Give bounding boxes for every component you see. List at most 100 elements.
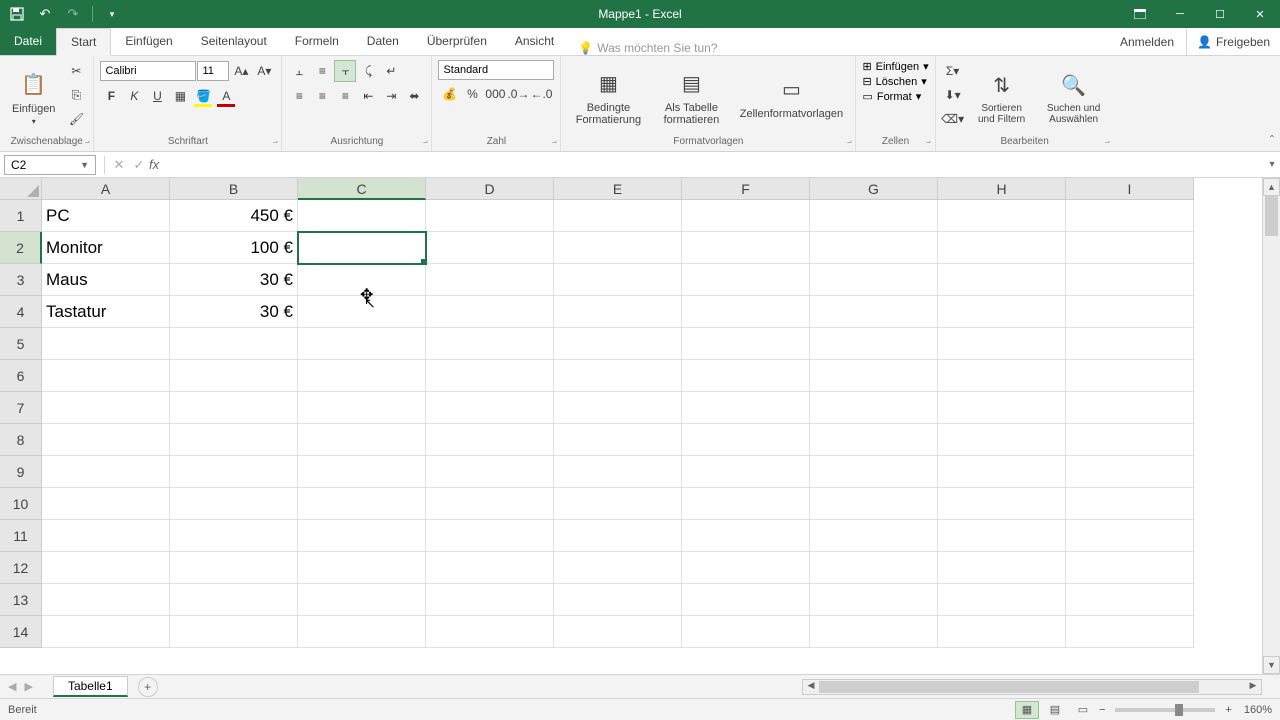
zoom-out-button[interactable]: − <box>1099 704 1105 716</box>
cell[interactable] <box>298 424 426 456</box>
cell[interactable] <box>810 392 938 424</box>
row-header[interactable]: 3 <box>0 264 42 296</box>
cell[interactable] <box>426 584 554 616</box>
ribbon-display-icon[interactable] <box>1120 0 1160 28</box>
cell[interactable] <box>1066 200 1194 232</box>
cell[interactable] <box>554 584 682 616</box>
cell[interactable] <box>170 552 298 584</box>
cell-styles-button[interactable]: ▭ Zellenformatvorlagen <box>733 60 849 134</box>
clear-icon[interactable]: ⌫▾ <box>942 108 964 130</box>
cell[interactable] <box>938 360 1066 392</box>
cell[interactable] <box>810 328 938 360</box>
page-layout-view-icon[interactable]: ▤ <box>1043 701 1067 719</box>
cell[interactable] <box>298 232 426 264</box>
cell[interactable] <box>1066 232 1194 264</box>
merge-icon[interactable]: ⬌ <box>403 85 425 107</box>
cell[interactable] <box>810 520 938 552</box>
zoom-level[interactable]: 160% <box>1244 704 1272 716</box>
border-icon[interactable]: ▦ <box>169 85 191 107</box>
align-middle-icon[interactable]: ≡ <box>311 60 333 82</box>
cell[interactable] <box>170 584 298 616</box>
row-header[interactable]: 13 <box>0 584 42 616</box>
cell[interactable] <box>554 232 682 264</box>
cell[interactable] <box>42 488 170 520</box>
undo-icon[interactable]: ↶ <box>34 3 56 25</box>
vertical-scrollbar[interactable]: ▲ ▼ <box>1262 178 1280 674</box>
row-header[interactable]: 5 <box>0 328 42 360</box>
cell[interactable] <box>554 520 682 552</box>
align-left-icon[interactable]: ≡ <box>288 85 310 107</box>
cell[interactable] <box>1066 296 1194 328</box>
cell[interactable] <box>938 552 1066 584</box>
cell[interactable] <box>170 328 298 360</box>
page-break-view-icon[interactable]: ▭ <box>1071 701 1095 719</box>
cell[interactable] <box>810 488 938 520</box>
cell[interactable] <box>298 488 426 520</box>
column-header[interactable]: H <box>938 178 1066 200</box>
decrease-indent-icon[interactable]: ⇤ <box>357 85 379 107</box>
cell[interactable] <box>938 200 1066 232</box>
cell[interactable] <box>682 488 810 520</box>
cell[interactable] <box>170 360 298 392</box>
cell[interactable] <box>426 488 554 520</box>
fill-icon[interactable]: ⬇▾ <box>942 84 964 106</box>
row-header[interactable]: 1 <box>0 200 42 232</box>
format-cells-button[interactable]: ▭Format ▾ <box>862 90 928 103</box>
cell[interactable] <box>426 200 554 232</box>
redo-icon[interactable]: ↷ <box>62 3 84 25</box>
cell[interactable] <box>682 328 810 360</box>
cell[interactable] <box>42 552 170 584</box>
cell[interactable] <box>42 360 170 392</box>
align-top-icon[interactable]: ⫠ <box>288 60 310 82</box>
maximize-icon[interactable]: ☐ <box>1200 0 1240 28</box>
wrap-text-icon[interactable]: ↵ <box>380 60 402 82</box>
qat-customize-icon[interactable]: ▾ <box>101 3 123 25</box>
cell[interactable] <box>426 360 554 392</box>
cell[interactable] <box>298 328 426 360</box>
cell[interactable] <box>682 392 810 424</box>
cell[interactable] <box>170 392 298 424</box>
number-format-select[interactable] <box>438 60 554 80</box>
cell[interactable] <box>938 616 1066 648</box>
decrease-font-icon[interactable]: A▾ <box>253 60 275 82</box>
cell[interactable] <box>170 616 298 648</box>
increase-font-icon[interactable]: A▴ <box>230 60 252 82</box>
cell[interactable] <box>42 392 170 424</box>
cell[interactable] <box>42 520 170 552</box>
sort-filter-button[interactable]: ⇅ Sortieren und Filtern <box>968 60 1036 134</box>
cell[interactable]: Maus <box>42 264 170 296</box>
formula-input[interactable] <box>165 155 1264 175</box>
share-button[interactable]: 👤 Freigeben <box>1186 29 1280 55</box>
cell[interactable] <box>810 584 938 616</box>
column-header[interactable]: F <box>682 178 810 200</box>
cancel-formula-icon[interactable]: ✕ <box>109 157 129 173</box>
delete-cells-button[interactable]: ⊟Löschen ▾ <box>862 75 928 88</box>
row-header[interactable]: 11 <box>0 520 42 552</box>
row-header[interactable]: 7 <box>0 392 42 424</box>
find-select-button[interactable]: 🔍 Suchen und Auswählen <box>1040 60 1108 134</box>
cell[interactable] <box>1066 264 1194 296</box>
column-header[interactable]: I <box>1066 178 1194 200</box>
row-header[interactable]: 6 <box>0 360 42 392</box>
cell[interactable] <box>682 520 810 552</box>
cell[interactable] <box>682 232 810 264</box>
tab-einfügen[interactable]: Einfügen <box>111 28 186 55</box>
cell[interactable]: Monitor <box>42 232 170 264</box>
cell[interactable] <box>938 264 1066 296</box>
select-all-button[interactable] <box>0 178 42 200</box>
cell[interactable] <box>810 456 938 488</box>
scroll-right-icon[interactable]: ▶ <box>1245 680 1261 694</box>
cell[interactable] <box>42 584 170 616</box>
horizontal-scrollbar[interactable]: ◀ ▶ <box>802 679 1262 695</box>
tab-start[interactable]: Start <box>56 28 111 56</box>
row-header[interactable]: 10 <box>0 488 42 520</box>
cell[interactable] <box>298 200 426 232</box>
cell[interactable] <box>298 392 426 424</box>
zoom-slider[interactable] <box>1115 708 1215 712</box>
cell[interactable] <box>554 200 682 232</box>
cell[interactable] <box>298 552 426 584</box>
cell[interactable] <box>938 456 1066 488</box>
cell[interactable] <box>682 552 810 584</box>
cell[interactable] <box>682 424 810 456</box>
cell[interactable] <box>298 360 426 392</box>
